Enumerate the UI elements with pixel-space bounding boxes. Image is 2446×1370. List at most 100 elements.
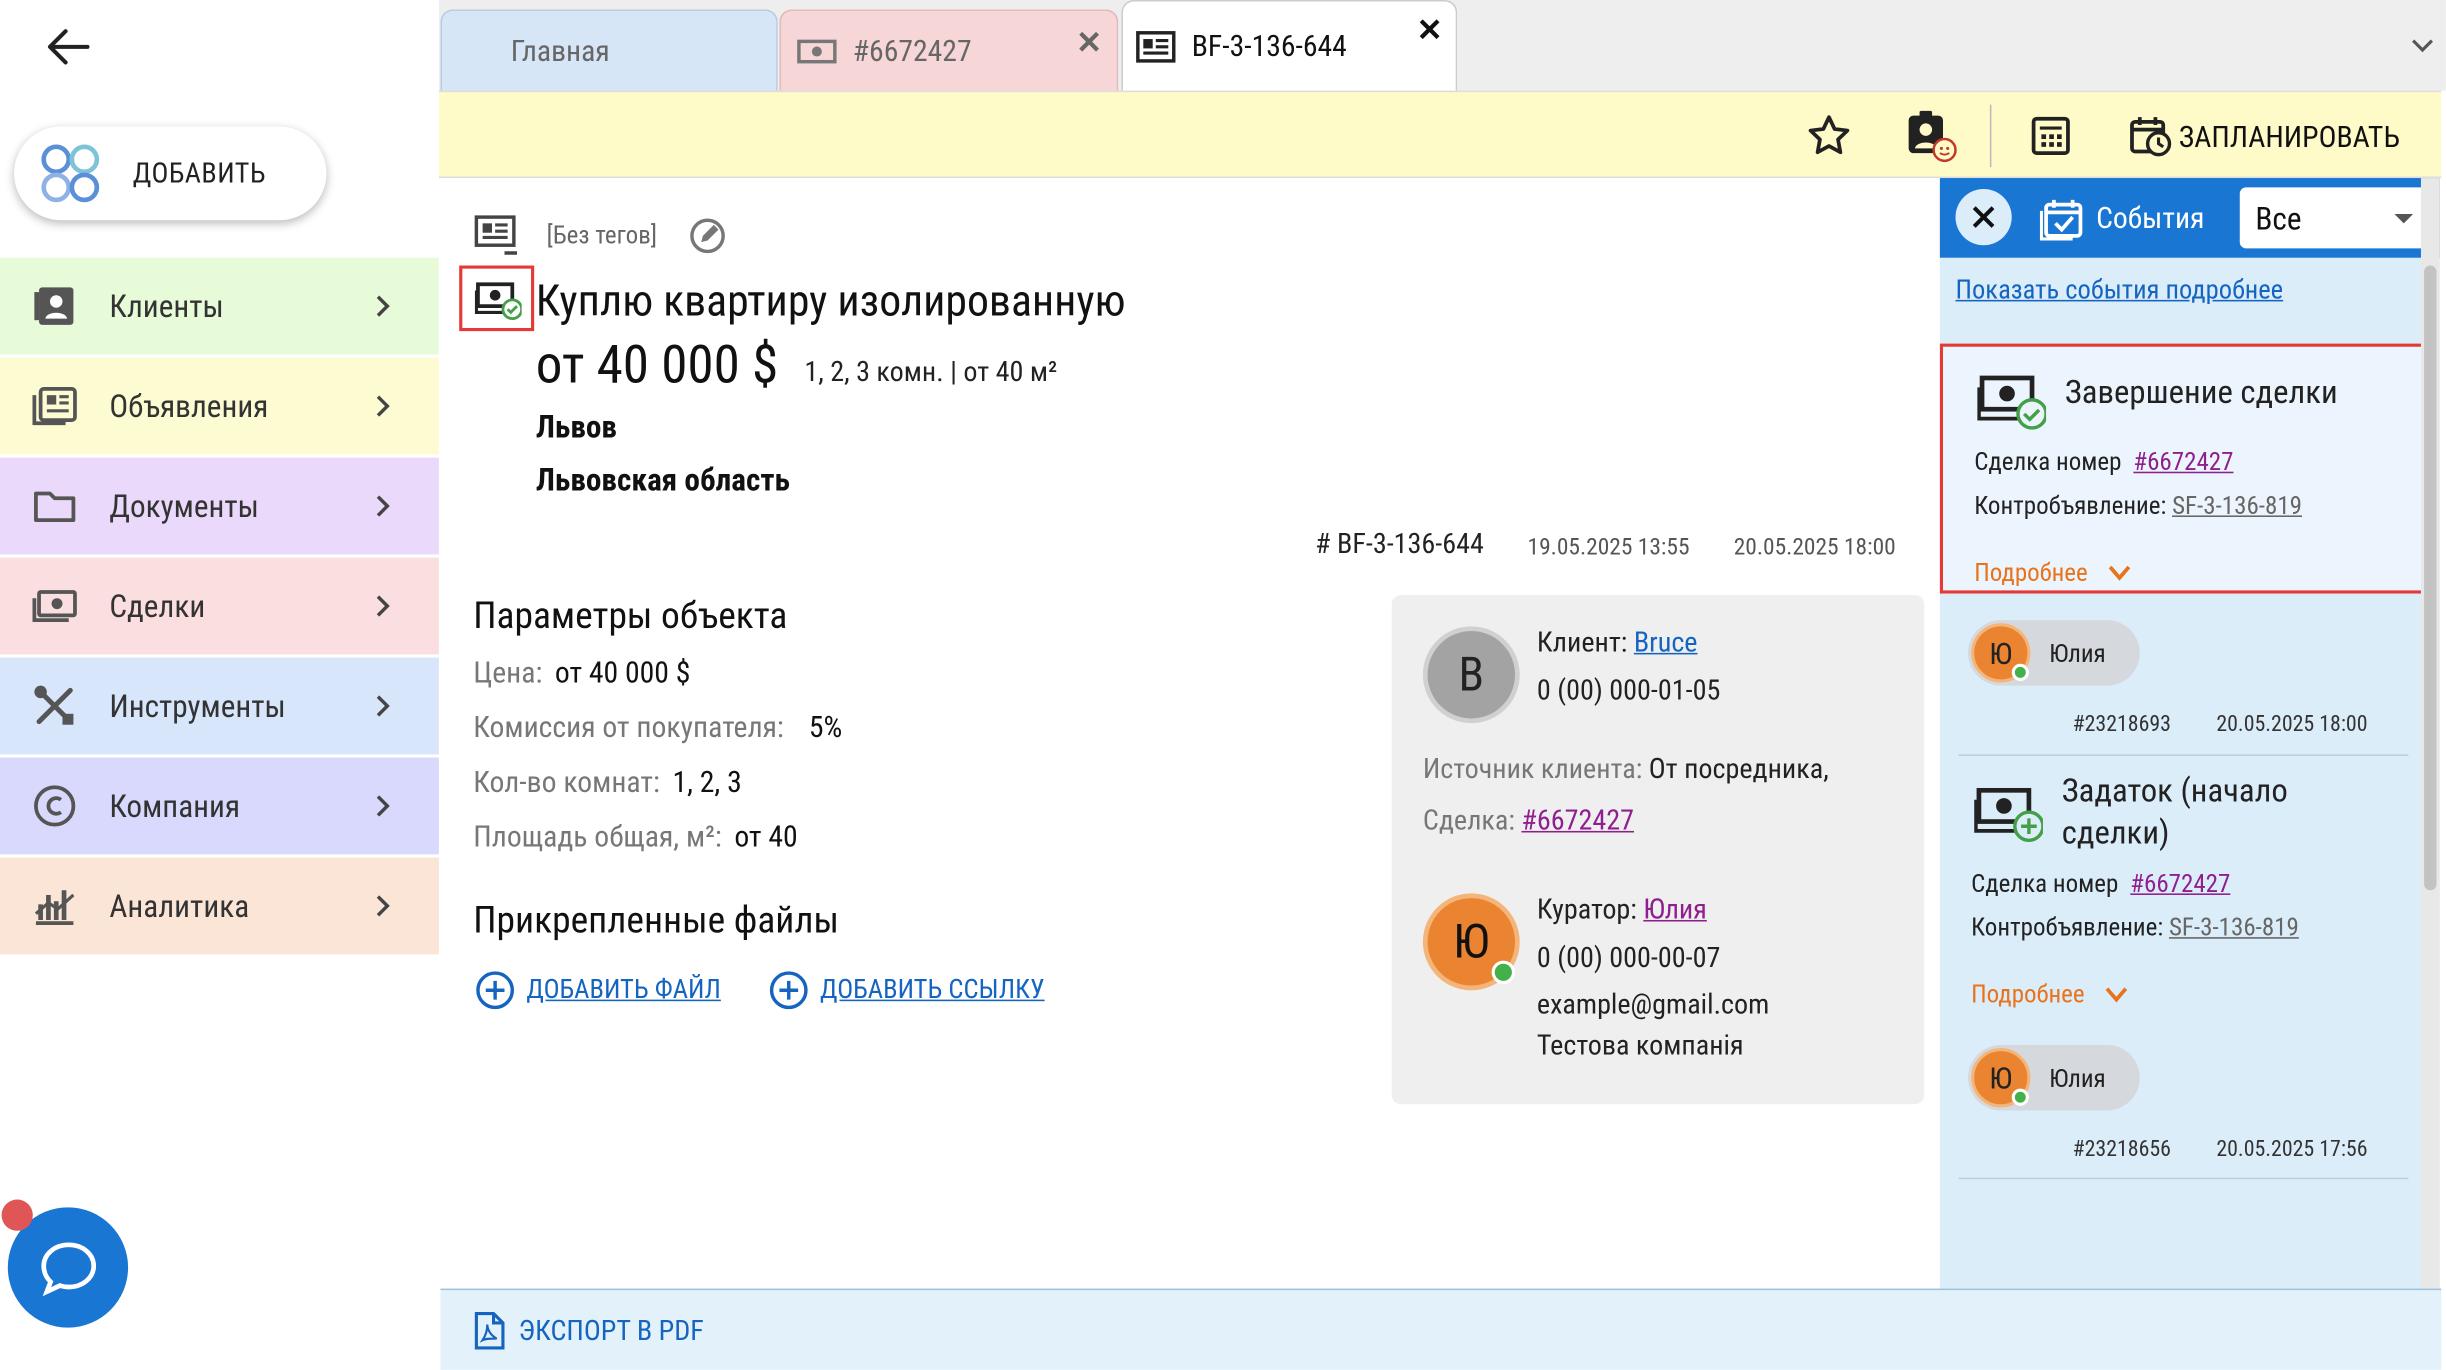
calendar-clock-icon: [2130, 117, 2172, 157]
sidebar-item-tools[interactable]: Инструменты: [0, 657, 439, 755]
add-logo-icon: [39, 142, 101, 204]
event-more-button[interactable]: Подробнее: [1974, 558, 2131, 587]
add-link-button[interactable]: ДОБАВИТЬ ССЫЛКУ: [767, 968, 1045, 1012]
back-arrow-icon[interactable]: [44, 22, 94, 72]
client-initial: B: [1458, 647, 1485, 703]
curator-phone: 0 (00) 000-00-07: [1536, 941, 1721, 975]
tools-icon: [31, 683, 78, 730]
add-button[interactable]: ДОБАВИТЬ: [14, 126, 327, 221]
event-deal-link[interactable]: #6672427: [2133, 447, 2233, 477]
company-icon: [31, 783, 78, 830]
analytics-icon: [31, 882, 78, 929]
sidebar-item-company[interactable]: Компания: [0, 757, 439, 855]
close-events-button[interactable]: [1955, 188, 2012, 246]
sidebar-item-label: Аналитика: [109, 887, 250, 925]
tab-home[interactable]: Главная: [440, 9, 778, 91]
event-title: Задаток (начало сделки): [2061, 773, 2288, 853]
event-user-chip[interactable]: Ю Юлия: [1967, 1044, 2140, 1111]
edit-tags-icon[interactable]: [687, 216, 728, 263]
sidebar: ДОБАВИТЬ Клиенты Объявления Документы Сд…: [0, 0, 439, 1370]
tab-bar: Главная #6672427 ✕ BF-3-136-644 ✕: [438, 0, 2446, 91]
tabs-dropdown-icon[interactable]: [2399, 0, 2446, 91]
sidebar-item-clients[interactable]: Клиенты: [0, 257, 439, 355]
add-circle-icon: [476, 971, 515, 1010]
event-divider: [1958, 754, 2409, 756]
param-row-price: Цена: от 40 000 $: [473, 654, 690, 690]
client-avatar: B: [1422, 626, 1520, 724]
close-icon: [1972, 206, 1995, 228]
add-file-button[interactable]: ДОБАВИТЬ ФАЙЛ: [473, 968, 721, 1012]
event-datetime: 20.05.2025 18:00: [2216, 712, 2368, 738]
listing-card-icon: [1136, 29, 1177, 63]
add-button-label: ДОБАВИТЬ: [132, 156, 267, 190]
export-pdf-button[interactable]: ЭКСПОРТ В PDF: [472, 1311, 704, 1350]
curator-avatar: Ю: [1422, 893, 1520, 991]
tab-close-icon[interactable]: ✕: [1417, 11, 1443, 48]
favorite-button[interactable]: [1806, 108, 1853, 164]
tab-close-icon[interactable]: ✕: [1076, 23, 1102, 60]
online-indicator: [2011, 1088, 2029, 1106]
event-counter-link[interactable]: SF-3-136-819: [2169, 912, 2299, 942]
event-deal-row: Сделка номер #6672427: [1971, 868, 2230, 898]
events-scrollbar[interactable]: [2420, 178, 2440, 1289]
client-name-link[interactable]: Bruce: [1634, 626, 1698, 659]
star-icon: [1808, 115, 1850, 155]
events-title: События: [2096, 199, 2205, 236]
calculator-button[interactable]: [2029, 108, 2073, 164]
chevron-right-icon: [370, 594, 395, 619]
toolbar: ЗАПЛАНИРОВАТЬ: [438, 90, 2442, 179]
params-heading: Параметры объекта: [473, 593, 788, 638]
sidebar-item-documents[interactable]: Документы: [0, 457, 439, 555]
deal-completed-icon: [1977, 369, 2048, 438]
sidebar-item-listings[interactable]: Объявления: [0, 357, 439, 455]
toolbar-divider: [1989, 104, 1992, 168]
client-label: Клиент:: [1536, 626, 1628, 660]
tab-label: BF-3-136-644: [1191, 28, 1347, 65]
add-link-label: ДОБАВИТЬ ССЫЛКУ: [819, 974, 1045, 1006]
param-value: 5%: [808, 709, 843, 746]
event-deal-label: Сделка номер: [1971, 868, 2119, 899]
export-pdf-label: ЭКСПОРТ В PDF: [518, 1314, 704, 1348]
tab-deal[interactable]: #6672427 ✕: [779, 9, 1119, 91]
deal-label: Сделка:: [1422, 804, 1515, 838]
client-feedback-button[interactable]: [1904, 108, 1957, 164]
listing-region: Львовская область: [535, 460, 790, 499]
event-deal-label: Сделка номер: [1974, 446, 2122, 477]
listings-icon: [31, 383, 78, 430]
event-deal-link[interactable]: #6672427: [2130, 868, 2230, 898]
event-card[interactable]: Завершение сделки Сделка номер #6672427 …: [1939, 343, 2431, 594]
source-label: Источник клиента:: [1422, 752, 1643, 786]
event-user-chip[interactable]: Ю Юлия: [1967, 620, 2140, 686]
tab-listing[interactable]: BF-3-136-644 ✕: [1121, 0, 1458, 91]
event-card[interactable]: Задаток (начало сделки) Сделка номер #66…: [1940, 759, 2430, 1009]
events-filter-value: Все: [2255, 199, 2302, 237]
curator-label: Куратор:: [1536, 893, 1637, 927]
param-label: Комиссия от покупателя:: [473, 709, 784, 746]
user-name: Юлия: [2049, 1062, 2106, 1093]
sidebar-item-deals[interactable]: Сделки: [0, 557, 439, 655]
param-value: 1, 2, 3: [672, 763, 742, 800]
chevron-right-icon: [370, 693, 395, 718]
event-counter-label: Контробъявление:: [1971, 912, 2164, 942]
user-avatar: Ю: [1971, 623, 2031, 683]
schedule-button[interactable]: ЗАПЛАНИРОВАТЬ: [2129, 108, 2400, 164]
listing-summary: 1, 2, 3 комн. | от 40 м²: [804, 356, 1058, 389]
folder-icon: [31, 483, 78, 530]
event-deal-row: Сделка номер #6672427: [1974, 447, 2233, 477]
tags-label: [Без тегов]: [546, 220, 658, 250]
scrollbar-thumb[interactable]: [2424, 265, 2437, 891]
chat-bubble-icon: [40, 1241, 96, 1296]
event-counter-link[interactable]: SF-3-136-819: [2172, 490, 2302, 520]
notification-dot: [1, 1199, 33, 1231]
param-row-rooms: Кол-во комнат: 1, 2, 3: [473, 764, 741, 800]
sidebar-item-analytics[interactable]: Аналитика: [0, 857, 439, 955]
listing-detail: [Без тегов] Куплю квартиру изолированную…: [440, 178, 1940, 1289]
dropdown-caret-icon: [2394, 213, 2414, 223]
deal-link[interactable]: #6672427: [1521, 804, 1634, 837]
events-filter-select[interactable]: Все: [2239, 187, 2434, 249]
event-more-button[interactable]: Подробнее: [1971, 979, 2128, 1009]
deals-icon: [797, 35, 838, 66]
chevron-down-icon: [2108, 564, 2130, 581]
curator-name-link[interactable]: Юлия: [1643, 893, 1706, 926]
show-events-details-link[interactable]: Показать события подробнее: [1955, 275, 2283, 306]
